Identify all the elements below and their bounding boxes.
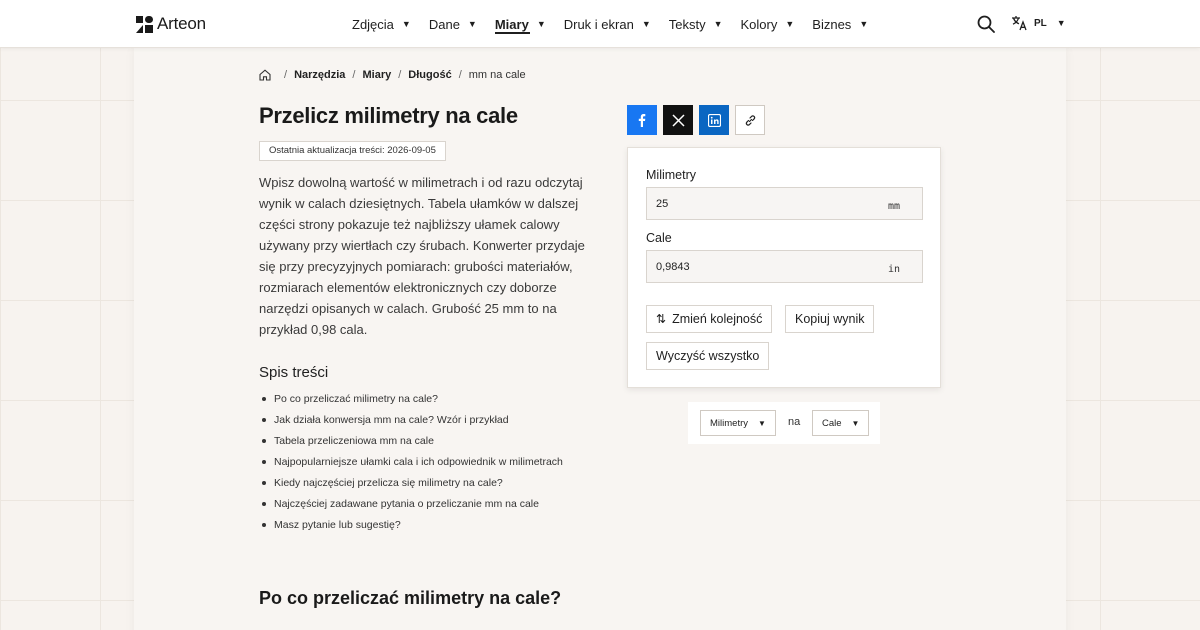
unit-connector: na — [788, 416, 801, 428]
breadcrumb-link-narzedzia[interactable]: Narzędzia — [294, 69, 345, 81]
menu-item-zdjecia[interactable]: Zdjęcia ▼ — [352, 0, 411, 48]
copy-result-button[interactable]: Kopiuj wynik — [785, 305, 875, 333]
toc-item[interactable]: Tabela przeliczeniowa mm na cale — [259, 434, 563, 455]
toc-item[interactable]: Najczęściej zadawane pytania o przelicza… — [259, 497, 563, 518]
section-title: Po co przeliczać milimetry na cale? — [259, 588, 562, 608]
swap-order-label: Zmień kolejność — [672, 312, 763, 326]
search-icon — [977, 15, 995, 33]
content-card: / Narzędzia / Miary / Długość / mm na ca… — [134, 48, 1066, 630]
millimeters-input[interactable] — [647, 188, 887, 219]
millimeters-label: Milimetry — [646, 168, 696, 182]
facebook-icon — [638, 114, 646, 127]
share-facebook-button[interactable] — [627, 105, 657, 135]
logo[interactable]: Arteon — [136, 13, 206, 35]
breadcrumb-separator: / — [352, 69, 356, 81]
menu-item-teksty[interactable]: Teksty ▼ — [669, 0, 723, 48]
language-switcher[interactable]: PL ▼ — [1011, 15, 1066, 31]
page-title: Przelicz milimetry na cale — [259, 103, 518, 128]
clear-all-label: Wyczyść wszystko — [656, 349, 760, 363]
menu-item-biznes[interactable]: Biznes ▼ — [812, 0, 868, 48]
menu-label: Kolory — [740, 16, 778, 32]
inches-label: Cale — [646, 231, 672, 245]
breadcrumb-current: mm na cale — [468, 69, 526, 81]
caret-down-icon: ▼ — [713, 19, 723, 29]
linkedin-icon — [707, 113, 721, 127]
breadcrumb-separator: / — [284, 69, 288, 81]
inches-field: in — [646, 250, 923, 283]
menu-label: Zdjęcia — [352, 16, 394, 32]
toc-item[interactable]: Po co przeliczać milimetry na cale? — [259, 392, 563, 413]
millimeters-unit: mm — [887, 201, 900, 212]
from-unit-select[interactable]: Milimetry ▼ — [700, 410, 776, 436]
toc-item[interactable]: Jak działa konwersja mm na cale? Wzór i … — [259, 413, 563, 434]
menu-label: Biznes — [812, 16, 852, 32]
share-linkedin-button[interactable] — [699, 105, 729, 135]
toc-item[interactable]: Masz pytanie lub sugestię? — [259, 518, 563, 539]
inches-unit: in — [887, 264, 900, 275]
menu-item-dane[interactable]: Dane ▼ — [429, 0, 477, 48]
millimeters-field: mm — [646, 187, 923, 220]
inches-input[interactable] — [647, 251, 887, 282]
caret-down-icon: ▼ — [1056, 18, 1066, 28]
caret-down-icon: ▼ — [851, 418, 860, 428]
share-buttons — [627, 105, 765, 135]
translate-icon — [1012, 16, 1027, 31]
menu-item-druk-i-ekran[interactable]: Druk i ekran ▼ — [564, 0, 651, 48]
breadcrumb: / Narzędzia / Miary / Długość / mm na ca… — [259, 69, 526, 81]
share-x-button[interactable] — [663, 105, 693, 135]
converter-panel: Milimetry mm Cale in ⇅ Zmień kolejność K… — [627, 147, 941, 388]
search-button[interactable] — [977, 15, 995, 33]
toc-item[interactable]: Najpopularniejsze ułamki cala i ich odpo… — [259, 455, 563, 476]
breadcrumb-separator: / — [458, 69, 462, 81]
from-unit-value: Milimetry — [710, 417, 748, 429]
breadcrumb-separator: / — [398, 69, 402, 81]
home-icon[interactable] — [259, 69, 271, 81]
caret-down-icon: ▼ — [401, 19, 411, 29]
clear-all-button[interactable]: Wyczyść wszystko — [646, 342, 770, 370]
caret-down-icon: ▼ — [859, 19, 869, 29]
copy-result-label: Kopiuj wynik — [795, 312, 865, 326]
logo-icon — [136, 15, 153, 33]
toc-title: Spis treści — [259, 364, 329, 381]
caret-down-icon: ▼ — [758, 418, 766, 428]
swap-order-button[interactable]: ⇅ Zmień kolejność — [646, 305, 773, 333]
top-navigation: Arteon Zdjęcia ▼ Dane ▼ Miary ▼ Druk i e… — [0, 0, 1200, 48]
main-menu: Zdjęcia ▼ Dane ▼ Miary ▼ Druk i ekran ▼ … — [352, 0, 886, 48]
language-code: PL — [1034, 17, 1047, 29]
swap-vertical-icon: ⇅ — [656, 312, 667, 326]
menu-label: Druk i ekran — [563, 16, 634, 32]
link-icon — [745, 114, 755, 126]
unit-selector-bar: Milimetry ▼ na Cale ▼ — [688, 402, 880, 444]
menu-label: Miary — [494, 16, 529, 32]
caret-down-icon: ▼ — [641, 19, 651, 29]
caret-down-icon: ▼ — [536, 19, 546, 29]
menu-item-kolory[interactable]: Kolory ▼ — [741, 0, 795, 48]
caret-down-icon: ▼ — [467, 19, 477, 29]
brand-name: Arteon — [157, 14, 206, 33]
last-updated-badge: Ostatnia aktualizacja treści: 2026-09-05 — [259, 141, 446, 161]
breadcrumb-link-miary[interactable]: Miary — [362, 69, 391, 81]
menu-label: Dane — [428, 16, 460, 32]
breadcrumb-link-dlugosc[interactable]: Długość — [408, 69, 451, 81]
menu-item-miary[interactable]: Miary ▼ — [495, 0, 546, 48]
caret-down-icon: ▼ — [785, 19, 795, 29]
toc-item[interactable]: Kiedy najczęściej przelicza się milimetr… — [259, 476, 563, 497]
menu-label: Teksty — [668, 16, 706, 32]
to-unit-select[interactable]: Cale ▼ — [812, 410, 870, 436]
table-of-contents: Po co przeliczać milimetry na cale? Jak … — [259, 392, 563, 539]
x-icon — [671, 113, 685, 127]
to-unit-value: Cale — [822, 417, 842, 429]
intro-paragraph: Wpisz dowolną wartość w milimetrach i od… — [259, 175, 585, 337]
copy-link-button[interactable] — [735, 105, 765, 135]
